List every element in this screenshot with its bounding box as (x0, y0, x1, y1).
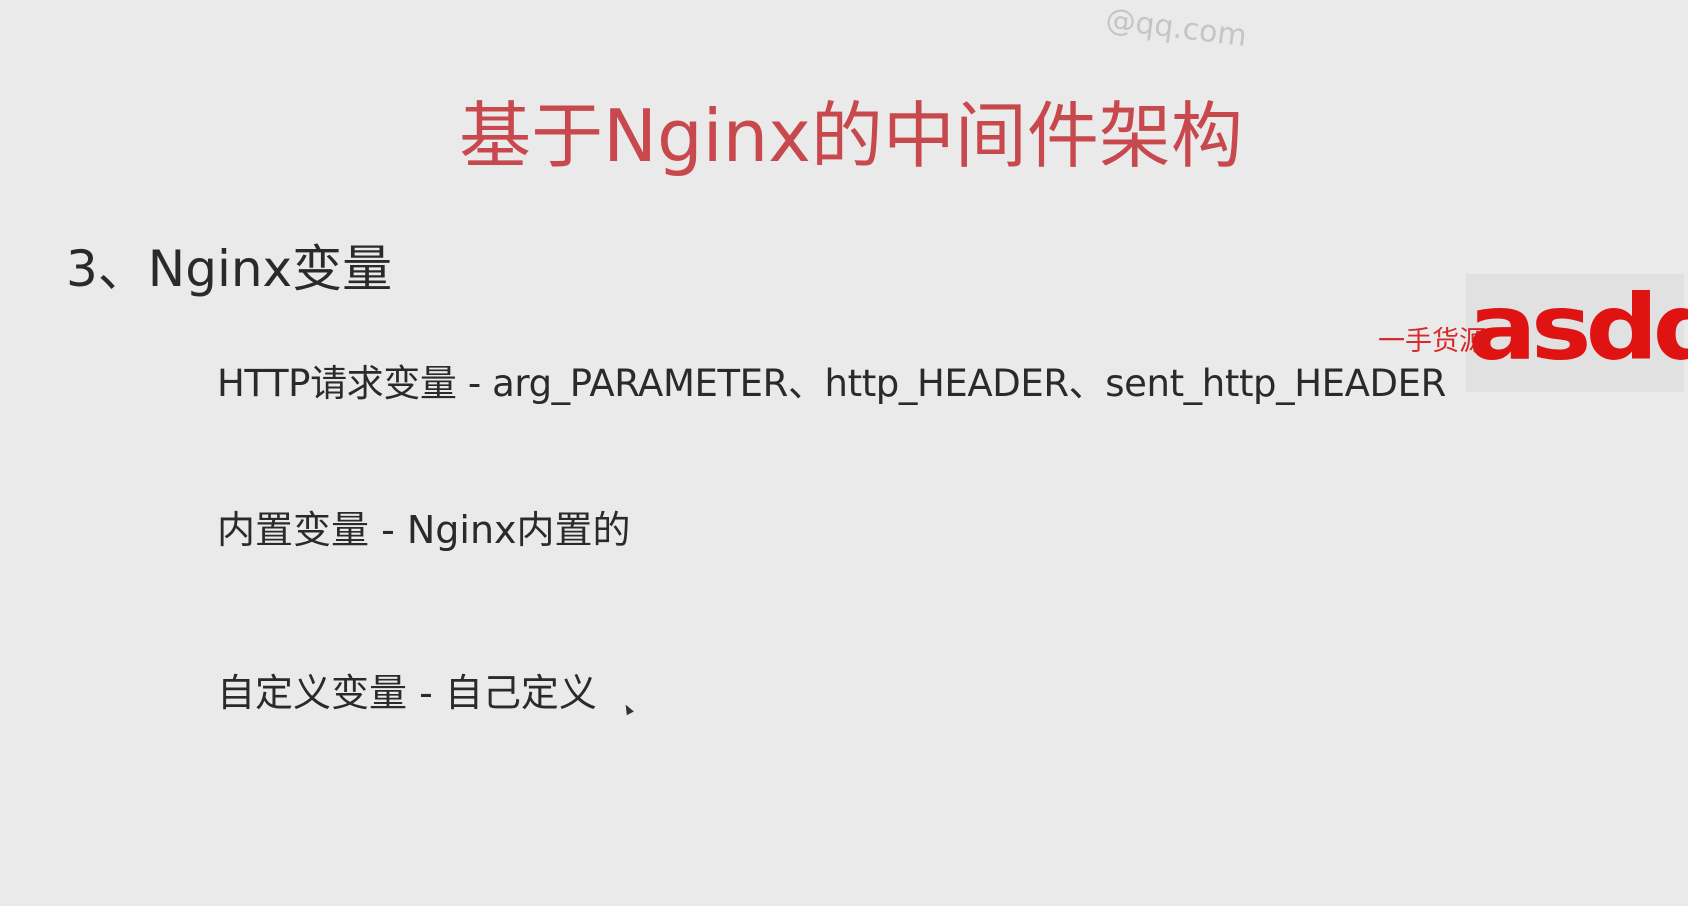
bullet-custom-variables: 自定义变量 - 自己定义 (217, 671, 597, 715)
watermark-stamp: asdd (1468, 275, 1688, 381)
bullet-builtin-variables: 内置变量 - Nginx内置的 (217, 508, 631, 552)
watermark-note: 一手货源 (1378, 326, 1486, 357)
bullet-http-request-variables: HTTP请求变量 - arg_PARAMETER、http_HEADER、sen… (217, 362, 1446, 405)
watermark-email: @qq.com (1103, 2, 1249, 55)
slide-title: 基于Nginx的中间件架构 (459, 94, 1243, 178)
presentation-slide: @qq.com 基于Nginx的中间件架构 3、Nginx变量 HTTP请求变量… (0, 0, 1688, 906)
section-heading: 3、Nginx变量 (66, 240, 393, 298)
mouse-cursor-icon (622, 702, 634, 716)
